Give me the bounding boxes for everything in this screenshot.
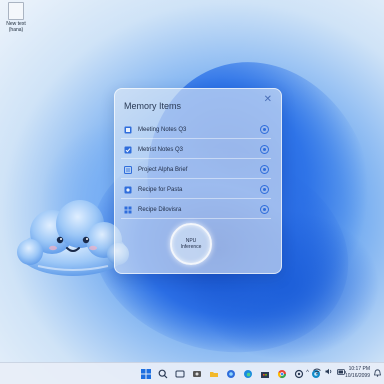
text-file-icon [8, 2, 24, 20]
start-icon[interactable] [140, 368, 152, 380]
settings-icon[interactable] [293, 368, 305, 380]
grid-icon [124, 206, 132, 214]
desktop: New text (hana) Memory Items ✕ Meeting N… [0, 0, 384, 384]
list-item-label: Meeting Notes Q3 [138, 126, 187, 133]
file-explorer-icon[interactable] [191, 368, 203, 380]
taskbar: ^ 10:17 PM 10/16/2099 [0, 362, 384, 384]
list-item-label: Metrist Notes Q3 [138, 146, 184, 153]
desktop-file-label: New text (hana) [6, 21, 26, 33]
chrome-icon[interactable] [276, 368, 288, 380]
volume-icon[interactable] [325, 368, 333, 377]
memory-items-panel: Memory Items ✕ Meeting Notes Q3 Metrist … [114, 88, 282, 274]
desktop-file-icon[interactable]: New text (hana) [2, 2, 30, 33]
taskbar-apps [140, 368, 322, 380]
select-radio[interactable] [260, 125, 269, 134]
list-item[interactable]: Meeting Notes Q3 [121, 121, 271, 139]
memory-items-list: Meeting Notes Q3 Metrist Notes Q3 Projec… [121, 121, 271, 221]
list-item[interactable]: Metrist Notes Q3 [121, 141, 271, 159]
recipe-icon [124, 186, 132, 194]
clock-time: 10:17 PM [348, 366, 370, 372]
list-item[interactable]: Recipe for Pasta [121, 181, 271, 199]
list-item-label: Recipe for Pasta [138, 186, 183, 193]
panel-title: Memory Items [124, 101, 182, 111]
select-radio[interactable] [260, 185, 269, 194]
note-icon [124, 126, 132, 134]
list-item-label: Recipe Dilovisra [138, 206, 182, 213]
folder-icon[interactable] [208, 368, 220, 380]
select-radio[interactable] [260, 165, 269, 174]
chevron-up-icon[interactable]: ^ [306, 370, 309, 376]
system-tray: ^ [306, 368, 346, 377]
close-icon[interactable]: ✕ [264, 94, 272, 105]
search-icon[interactable] [157, 368, 169, 380]
checkbox-icon [124, 146, 132, 154]
select-radio[interactable] [260, 205, 269, 214]
list-item[interactable]: Project Alpha Brief [121, 161, 271, 179]
npu-inference-button[interactable]: NPU Inference [170, 223, 212, 265]
document-icon [124, 165, 132, 174]
wifi-icon[interactable] [313, 368, 321, 377]
task-view-icon[interactable] [174, 368, 186, 380]
edge-icon[interactable] [242, 368, 254, 380]
list-item[interactable]: Recipe Dilovisra [121, 201, 271, 219]
list-item-label: Project Alpha Brief [138, 166, 188, 173]
store-icon[interactable] [259, 368, 271, 380]
clock[interactable]: 10:17 PM 10/16/2099 [345, 366, 370, 380]
notification-icon[interactable] [373, 369, 382, 379]
copilot-icon[interactable] [225, 368, 237, 380]
npu-sublabel: Inference [180, 244, 202, 250]
select-radio[interactable] [260, 145, 269, 154]
clock-date: 10/16/2099 [344, 373, 370, 379]
